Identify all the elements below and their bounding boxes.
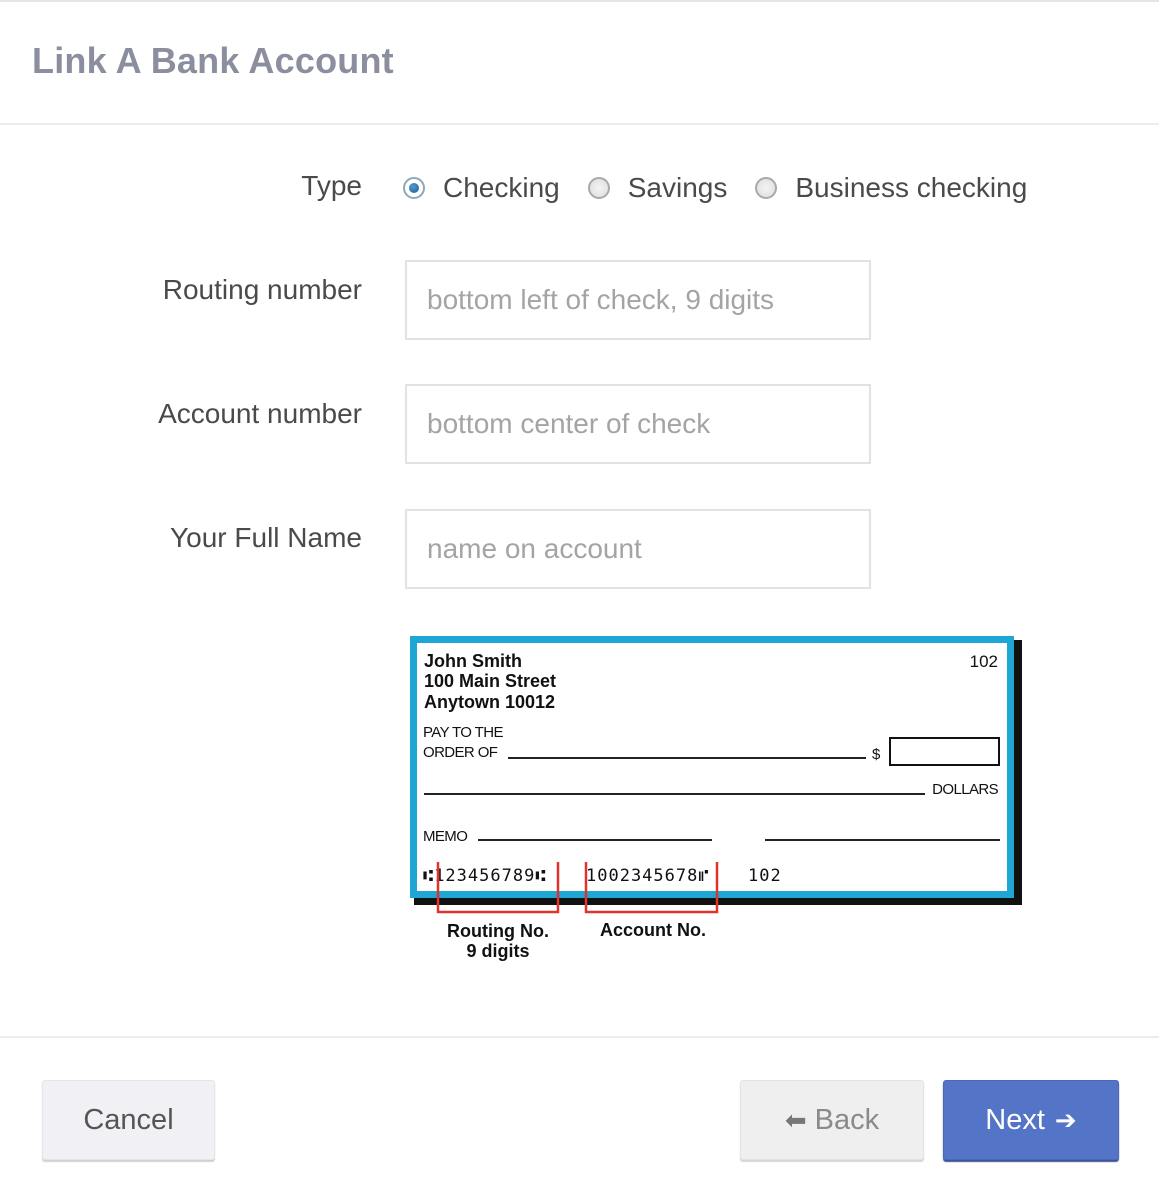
sample-check-illustration: John Smith 100 Main Street Anytown 10012… [410,636,1022,961]
radio-savings[interactable]: Savings [587,172,728,204]
micr-routing: ⑆123456789⑆ [423,866,547,886]
check-number: 102 [970,652,998,671]
type-label: Type [301,170,362,201]
radio-checked-icon[interactable] [403,177,425,199]
micr-account: 1002345678⑈ [586,866,710,886]
check-pay-to-line2: ORDER OF [423,744,498,761]
radio-business-checking[interactable]: Business checking [755,172,1027,204]
cancel-button-label: Cancel [83,1103,174,1136]
account-number-input[interactable] [405,384,871,464]
check-pay-to-line1: PAY TO THE [423,724,503,741]
next-button[interactable]: Next ➔ [943,1080,1119,1160]
back-button-label: Back [814,1103,880,1136]
check-street: 100 Main Street [424,671,556,691]
routing-caption-digits: 9 digits [466,941,529,961]
full-name-input[interactable] [405,509,871,589]
dialog-header: Link A Bank Account [0,0,1159,125]
check-dollars-label: DOLLARS [932,781,998,798]
check-memo-label: MEMO [423,828,467,845]
check-dollar-sign: $ [872,746,881,763]
radio-checking[interactable]: Checking [403,172,560,204]
arrow-left-icon: ⬅ [784,1104,807,1135]
back-button[interactable]: ⬅ Back [740,1080,924,1160]
check-city: Anytown 10012 [424,692,555,712]
radio-unchecked-icon[interactable] [587,177,610,199]
account-caption: Account No. [600,920,706,940]
full-name-label: Your Full Name [170,522,362,553]
radio-savings-label[interactable]: Savings [628,172,728,204]
routing-number-input[interactable] [405,260,871,340]
radio-unchecked-icon[interactable] [755,177,778,199]
next-button-label: Next [985,1103,1045,1136]
dialog-title: Link A Bank Account [32,40,394,81]
footer-divider [0,1036,1159,1038]
routing-number-label: Routing number [162,274,362,305]
cancel-button[interactable]: Cancel [42,1080,215,1160]
micr-check-number: 102 [748,866,782,886]
account-number-label: Account number [158,398,362,429]
radio-business-checking-label[interactable]: Business checking [795,172,1027,204]
radio-checking-label[interactable]: Checking [443,172,560,204]
check-name: John Smith [424,651,522,671]
account-type-radio-group: Checking Savings Business checking [403,168,1055,208]
arrow-right-icon: ➔ [1054,1104,1077,1135]
routing-caption: Routing No. [447,921,549,941]
